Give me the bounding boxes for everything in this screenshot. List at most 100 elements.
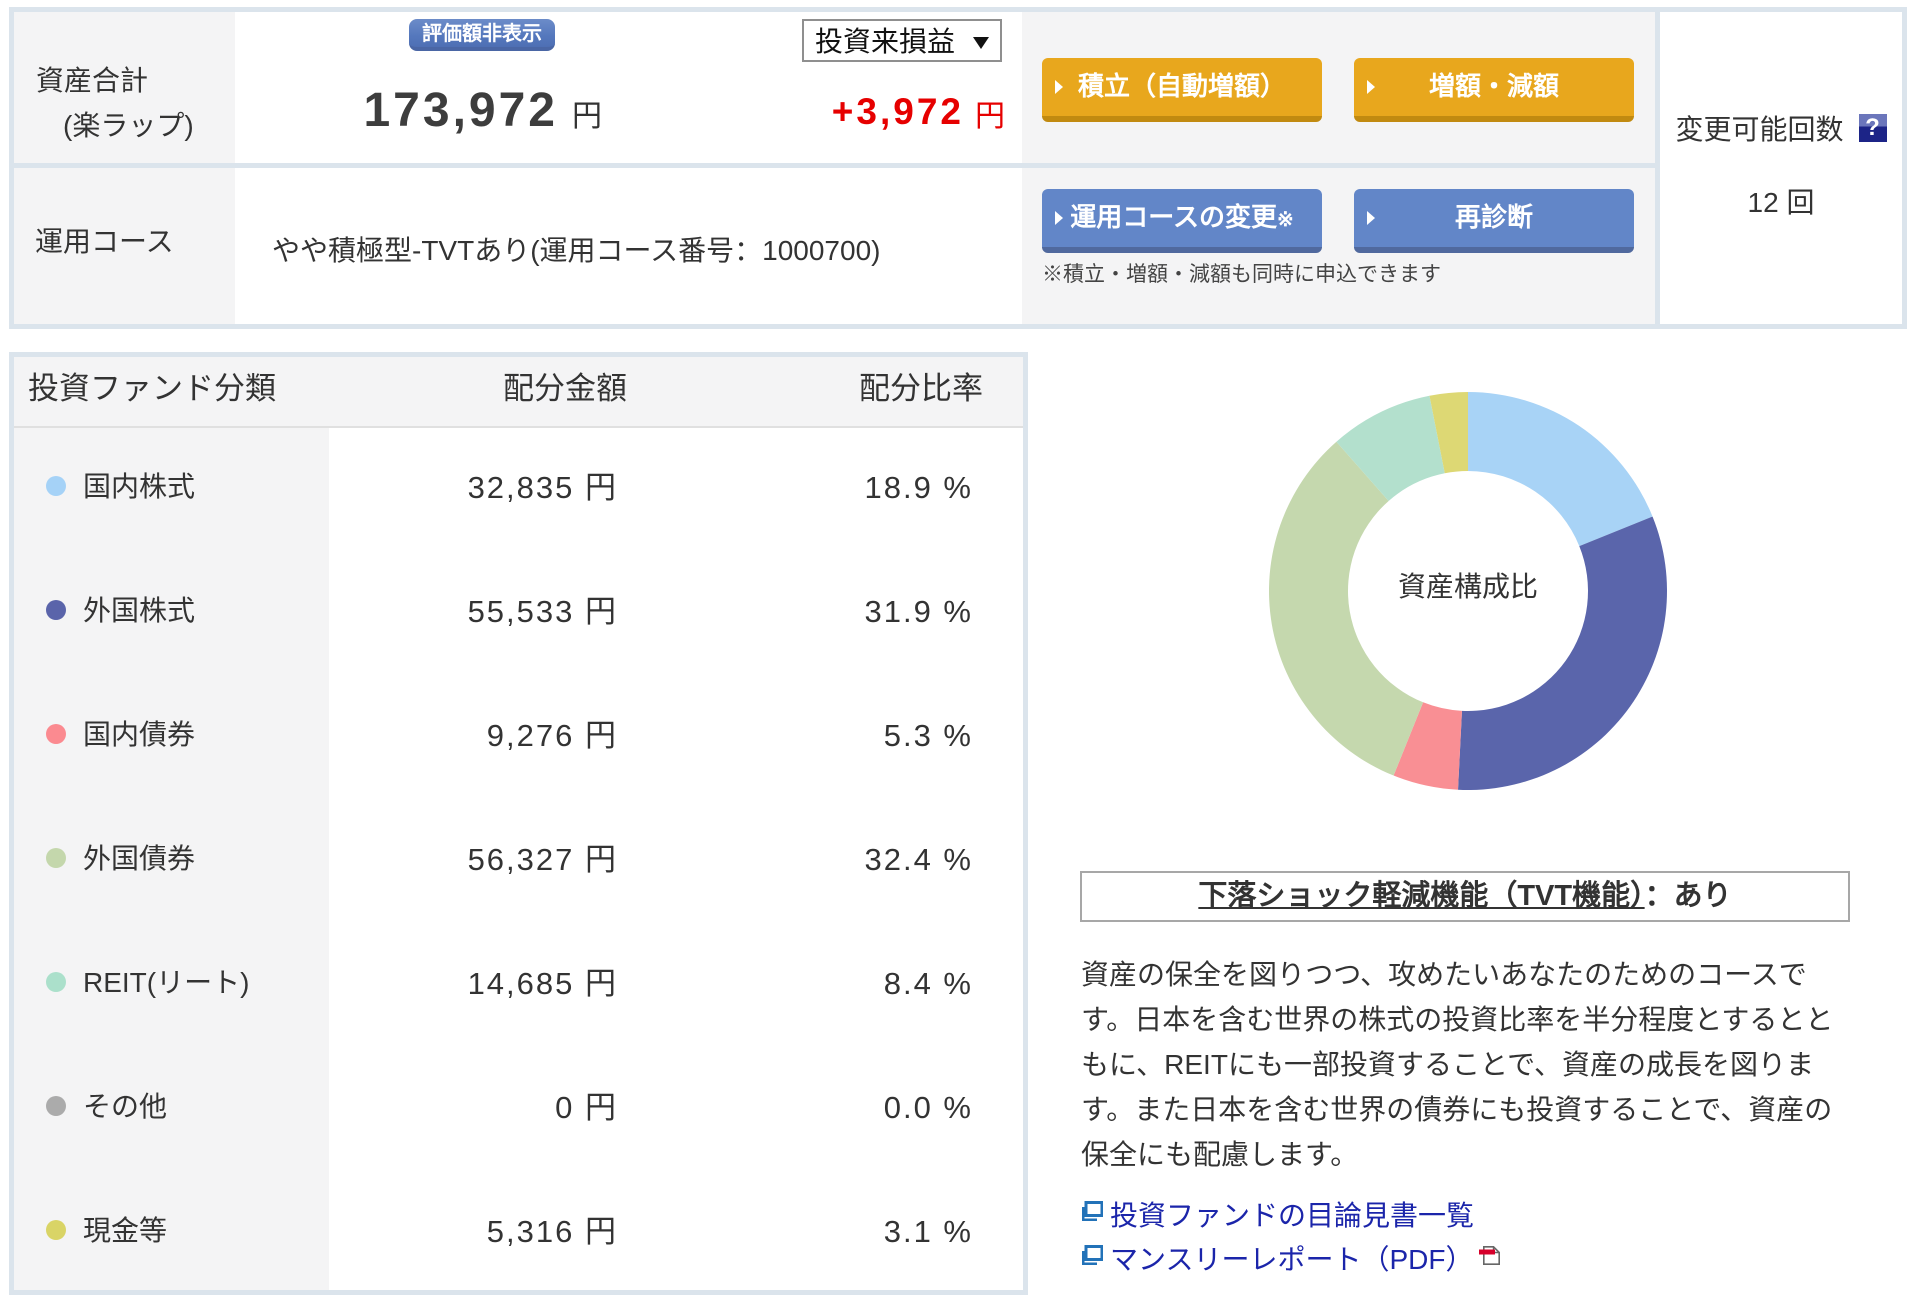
allocation-ratio: 8.4 %	[883, 966, 973, 1001]
category-label: 外国株式	[83, 595, 196, 626]
asset-total-label-line1: 資産合計	[36, 65, 149, 96]
table-row: 国内債券 9,276 円 5.3 %	[14, 676, 1023, 800]
allocation-ratio: 5.3 %	[883, 718, 973, 753]
hide-valuation-button[interactable]: 評価額非表示	[409, 19, 555, 51]
rediagnosis-button-label: 再診断	[1454, 202, 1533, 232]
course-change-button-label: 運用コースの変更	[1070, 202, 1277, 232]
donut-center-label: 資産構成比	[1397, 571, 1538, 602]
course-value-cell: やや積極型-TVTあり(運用コース番号：1000700)	[235, 168, 1022, 324]
monthly-report-link-label: マンスリーレポート（PDF）	[1110, 1244, 1474, 1275]
course-value: やや積極型-TVTあり(運用コース番号：1000700)	[272, 235, 881, 266]
help-icon[interactable]: ?	[1858, 114, 1887, 142]
category-color-dot	[46, 1220, 66, 1240]
category-label: 国内株式	[83, 471, 196, 502]
select-arrow-icon	[973, 37, 989, 49]
arrow-right-icon	[1367, 80, 1375, 94]
description-line: もに、REITにも一部投資することで、資産の成長を図りま	[1081, 1049, 1814, 1080]
asset-total-label-cell: 資産合計 (楽ラップ)	[14, 12, 235, 163]
icon-page-shape	[1483, 1246, 1500, 1265]
icon-red-bar-shape	[1479, 1249, 1495, 1255]
category-label: 現金等	[83, 1215, 168, 1246]
course-change-button[interactable]: 運用コースの変更※	[1042, 189, 1322, 253]
increase-decrease-button[interactable]: 増額・減額	[1354, 58, 1634, 122]
allocation-amount: 32,835 円	[467, 470, 618, 505]
profit-amount: +3,972	[831, 91, 964, 132]
course-note: ※積立・増額・減額も同時に申込できます	[1042, 263, 1441, 286]
allocation-amount: 0 円	[555, 1090, 618, 1125]
donut-segment-外国株式	[1458, 516, 1667, 790]
allocation-ratio: 31.9 %	[864, 594, 973, 629]
table-row: その他 0 円 0.0 %	[14, 1048, 1023, 1172]
allocation-ratio: 3.1 %	[883, 1214, 973, 1249]
course-label: 運用コース	[35, 226, 174, 257]
category-color-dot	[46, 1096, 66, 1116]
course-label-cell: 運用コース	[14, 168, 235, 324]
change-count-box: 変更可能回数? 12 回	[1655, 7, 1907, 329]
icon-front-window-shape	[1084, 1201, 1103, 1217]
prospectus-link-label: 投資ファンドの目論見書一覧	[1110, 1200, 1475, 1231]
profit-period-value: 投資来損益	[815, 26, 956, 57]
arrow-right-icon	[1055, 80, 1063, 94]
description-line: 資産の保全を図りつつ、攻めたいあなたのためのコースで	[1081, 959, 1807, 990]
rediagnosis-button[interactable]: 再診断	[1354, 189, 1634, 253]
tvt-feature-box: 下落ショック軽減機能（TVT機能）：あり	[1080, 871, 1850, 922]
allocation-ratio: 32.4 %	[864, 842, 973, 877]
tvt-feature-link[interactable]: 下落ショック軽減機能（TVT機能）	[1198, 880, 1644, 912]
table-row: 外国株式 55,533 円 31.9 %	[14, 552, 1023, 676]
total-amount: 173,972	[363, 84, 558, 137]
description-line: す。また日本を含む世界の債券にも投資することで、資産の	[1081, 1094, 1833, 1125]
description-line: 保全にも配慮します。	[1081, 1139, 1359, 1170]
allocation-table: 投資ファンド分類 配分金額 配分比率 国内株式 32,835 円 18.9 % 外国株…	[9, 352, 1028, 1295]
change-count-line: 変更可能回数?	[1660, 108, 1902, 148]
category-label: 国内債券	[83, 719, 196, 750]
header-allocation-ratio: 配分比率	[859, 371, 983, 406]
donut-segment-国内株式	[1468, 392, 1653, 547]
table-row: 現金等 5,316 円 3.1 %	[14, 1172, 1023, 1290]
allocation-table-header: 投資ファンド分類 配分金額 配分比率	[14, 357, 1023, 428]
summary-box: 資産合計 (楽ラップ) 評価額非表示 173,972 円 投資来損益 +3,97…	[9, 7, 1660, 329]
total-amount-unit: 円	[572, 100, 602, 133]
asset-total-label: 資産合計 (楽ラップ)	[36, 58, 194, 148]
allocation-table-body: 国内株式 32,835 円 18.9 % 外国株式 55,533 円 31.9 % 国内債券…	[14, 428, 1023, 1290]
page: 資産合計 (楽ラップ) 評価額非表示 173,972 円 投資来損益 +3,97…	[0, 0, 1912, 1314]
change-count-label: 変更可能回数	[1675, 114, 1844, 145]
allocation-ratio: 18.9 %	[864, 470, 973, 505]
icon-front-window-shape	[1084, 1245, 1103, 1261]
profit-amount-unit: 円	[975, 100, 1005, 133]
description-line: す。日本を含む世界の株式の投資比率を半分程度とするとと	[1081, 1004, 1834, 1035]
category-color-dot	[46, 724, 66, 744]
category-label: 外国債券	[83, 843, 196, 874]
asset-total-label-line2: (楽ラップ)	[63, 110, 194, 141]
asset-total-row: 資産合計 (楽ラップ) 評価額非表示 173,972 円 投資来損益 +3,97…	[14, 12, 1655, 163]
table-row: 国内株式 32,835 円 18.9 %	[14, 428, 1023, 552]
allocation-amount: 56,327 円	[467, 842, 618, 877]
course-change-button-mark: ※	[1276, 209, 1294, 231]
arrow-right-icon	[1367, 211, 1375, 225]
course-buttons-cell: 運用コースの変更※ 再診断 ※積立・増額・減額も同時に申込できます	[1022, 168, 1655, 324]
category-color-dot	[46, 972, 66, 992]
allocation-amount: 55,533 円	[467, 594, 618, 629]
reserve-button-label: 積立（自動増額）	[1077, 71, 1286, 101]
category-color-dot	[46, 848, 66, 868]
tvt-feature-status: ：あり	[1644, 880, 1732, 912]
allocation-amount: 9,276 円	[486, 718, 618, 753]
profit-period-select[interactable]: 投資来損益	[802, 19, 1002, 62]
reserve-button[interactable]: 積立（自動増額）	[1042, 58, 1322, 122]
allocation-amount: 14,685 円	[467, 966, 618, 1001]
header-fund-category: 投資ファンド分類	[28, 371, 276, 406]
external-window-icon	[1082, 1201, 1103, 1221]
table-row: 外国債券 56,327 円 32.4 %	[14, 800, 1023, 924]
arrow-right-icon	[1055, 211, 1063, 225]
category-color-dot	[46, 476, 66, 496]
category-color-dot	[46, 600, 66, 620]
course-row: 運用コース やや積極型-TVTあり(運用コース番号：1000700) 運用コース…	[14, 168, 1655, 324]
allocation-amount: 5,316 円	[486, 1214, 618, 1249]
header-allocation-amount: 配分金額	[503, 371, 627, 406]
course-description: 資産の保全を図りつつ、攻めたいあなたのためのコースで す。日本を含む世界の株式の投…	[1081, 952, 1833, 1177]
table-row: REIT(リート) 14,685 円 8.4 %	[14, 924, 1023, 1048]
increase-decrease-button-label: 増額・減額	[1428, 71, 1559, 101]
asset-buttons-cell: 積立（自動増額） 増額・減額	[1022, 12, 1655, 163]
asset-total-value-cell: 評価額非表示 173,972 円 投資来損益 +3,972 円	[235, 12, 1022, 163]
change-count-value: 12 回	[1747, 187, 1815, 218]
allocation-ratio: 0.0 %	[883, 1090, 973, 1125]
